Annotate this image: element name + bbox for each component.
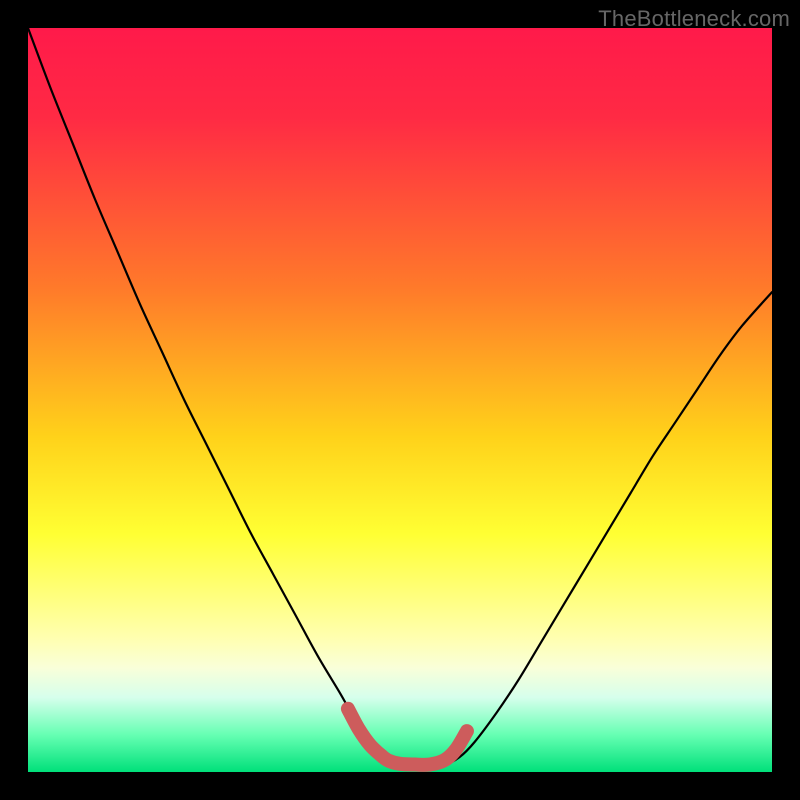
bottleneck-chart xyxy=(28,28,772,772)
chart-svg xyxy=(28,28,772,772)
watermark-text: TheBottleneck.com xyxy=(598,6,790,32)
gradient-background xyxy=(28,28,772,772)
